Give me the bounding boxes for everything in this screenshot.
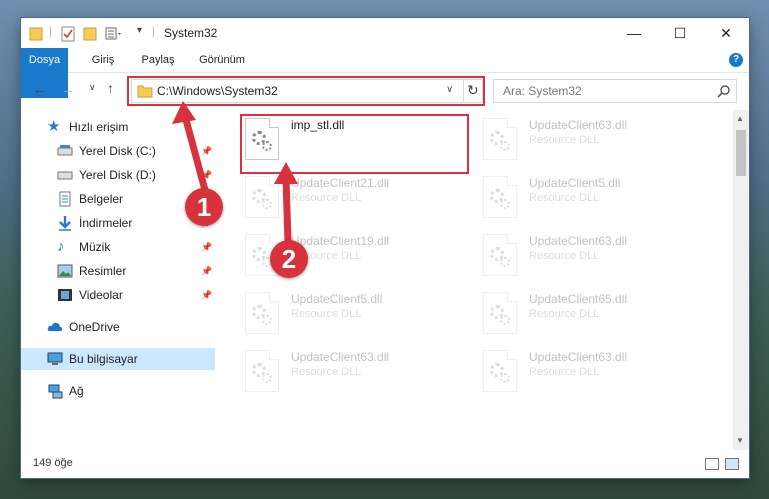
step-badge-2: 2	[270, 240, 308, 278]
step-badge-1: 1	[185, 188, 223, 226]
annotation-arrows	[172, 101, 298, 243]
